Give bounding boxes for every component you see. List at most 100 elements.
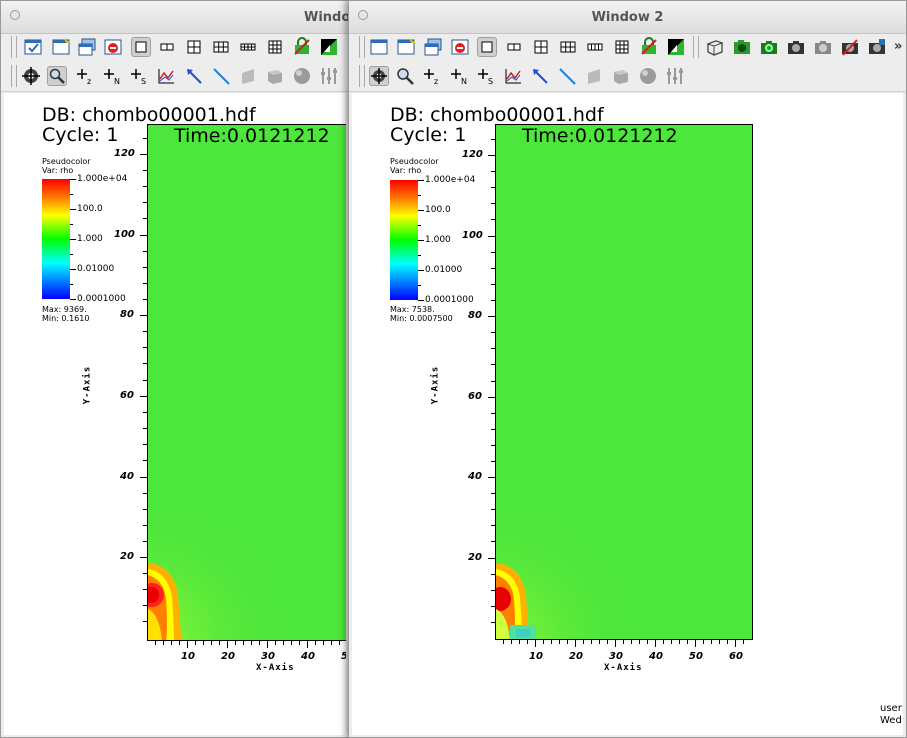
y-tick-label: 60 (468, 391, 482, 402)
new-window-icon[interactable] (369, 37, 389, 57)
add-spreadsheet-pick-icon[interactable]: S (129, 66, 149, 86)
add-node-pick-icon[interactable]: N (449, 66, 469, 86)
y-tick-label: 20 (120, 551, 134, 562)
layout-2x2-icon[interactable] (184, 37, 204, 57)
toolbar-overflow-button[interactable]: » (894, 39, 902, 54)
curve-lineout-icon[interactable] (156, 66, 176, 86)
y-tick-label: 80 (468, 310, 482, 321)
navigate-icon[interactable] (369, 66, 389, 86)
toolbar-grip[interactable] (359, 36, 365, 58)
toolbar-grip[interactable] (11, 36, 17, 58)
lineout-icon[interactable] (557, 66, 577, 86)
window-1: Window z N S DB: chombo00001.hdf Cycle: … (0, 0, 350, 738)
legend-variable: Var: rho (42, 166, 74, 175)
add-node-pick-icon[interactable]: N (102, 66, 122, 86)
curve-lineout-icon[interactable] (503, 66, 523, 86)
window-close-button[interactable] (10, 10, 20, 20)
y-axis-title: Y-Axis (82, 365, 93, 405)
pick-icon[interactable] (530, 66, 550, 86)
title-bar[interactable]: Window 2 (349, 1, 906, 34)
invert-background-icon[interactable] (319, 37, 339, 57)
date-label: Wed (880, 715, 902, 726)
slider-tool-icon[interactable] (319, 66, 339, 86)
y-tick-label: 100 (462, 230, 483, 241)
layout-2x4-icon[interactable] (585, 37, 605, 57)
delete-window-icon[interactable] (103, 37, 123, 57)
add-spreadsheet-pick-icon[interactable]: S (476, 66, 496, 86)
legend-tick-label: 0.01000 (77, 264, 115, 274)
slider-tool-icon[interactable] (665, 66, 685, 86)
legend-tick-label: 1.000e+04 (425, 175, 476, 185)
lineout-icon[interactable] (211, 66, 231, 86)
time-label: Time:0.0121212 (174, 125, 330, 147)
pseudocolor-plot: Time:0.0121212 (495, 124, 753, 640)
camera-alt-icon[interactable] (786, 37, 806, 57)
camera-off-icon[interactable] (840, 37, 860, 57)
add-zone-pick-icon[interactable]: z (422, 66, 442, 86)
lock-view-icon[interactable] (639, 37, 659, 57)
delete-window-icon[interactable] (450, 37, 470, 57)
legend-max: Max: 7538. (390, 305, 435, 314)
title-bar[interactable]: Window (1, 1, 349, 34)
layout-1x2-icon[interactable] (157, 37, 177, 57)
layout-2x3-icon[interactable] (558, 37, 578, 57)
lock-view-icon[interactable] (292, 37, 312, 57)
legend-tick-label: 0.01000 (425, 265, 463, 275)
add-zone-pick-icon[interactable]: z (75, 66, 95, 86)
zoom-icon[interactable] (47, 66, 67, 86)
pick-icon[interactable] (184, 66, 204, 86)
toolbar-grip[interactable] (693, 36, 699, 58)
window-title: Window (304, 10, 350, 25)
clear-window-icon[interactable] (396, 37, 416, 57)
y-axis-ticks (488, 139, 495, 623)
toolbar-grip[interactable] (359, 65, 365, 87)
legend-tick-label: 0.0001000 (425, 295, 474, 305)
x-axis-title: X-Axis (256, 663, 295, 673)
layout-1x1-icon[interactable] (477, 37, 497, 57)
db-label: DB: chombo00001.hdf (42, 104, 256, 126)
spin-mode-icon[interactable] (705, 37, 725, 57)
user-label: user: (880, 703, 903, 714)
toolbar-tools: z N S (1, 63, 349, 92)
x-axis-ticks (503, 640, 744, 647)
y-tick-label: 60 (120, 390, 134, 401)
legend-color-bar (390, 180, 418, 300)
navigate-icon[interactable] (21, 66, 41, 86)
legend-plot-type: Pseudocolor (42, 157, 91, 166)
new-window-icon[interactable] (23, 37, 43, 57)
render-area[interactable]: DB: chombo00001.hdf Cycle: 1 Pseudocolor… (4, 93, 346, 735)
layout-2x3-icon[interactable] (211, 37, 231, 57)
box-tool-icon[interactable] (611, 66, 631, 86)
layout-2x2-icon[interactable] (531, 37, 551, 57)
x-tick-label: 30 (261, 651, 275, 662)
save-image-icon[interactable] (732, 37, 752, 57)
svg-text:N: N (114, 77, 120, 86)
zoom-icon[interactable] (395, 66, 415, 86)
invert-background-icon[interactable] (666, 37, 686, 57)
toolbar-main (1, 34, 349, 62)
box-tool-icon[interactable] (265, 66, 285, 86)
camera-lock-icon[interactable] (867, 37, 887, 57)
db-label: DB: chombo00001.hdf (390, 104, 604, 126)
legend-tick-label: 1.000 (425, 235, 451, 245)
render-area[interactable]: DB: chombo00001.hdf Cycle: 1 Pseudocolor… (352, 93, 903, 735)
legend-tick-label: 1.000e+04 (77, 174, 128, 184)
clear-window-icon[interactable] (51, 37, 71, 57)
pseudocolor-plot: Time:0.0121212 (147, 124, 346, 641)
layout-3x3-icon[interactable] (612, 37, 632, 57)
sphere-tool-icon[interactable] (292, 66, 312, 86)
plane-tool-icon[interactable] (584, 66, 604, 86)
layout-3x3-icon[interactable] (265, 37, 285, 57)
copy-window-icon[interactable] (423, 37, 443, 57)
layout-1x1-icon[interactable] (131, 37, 151, 57)
x-tick-label: 20 (221, 651, 235, 662)
legend-plot-type: Pseudocolor (390, 157, 439, 166)
toolbar-grip[interactable] (11, 65, 17, 87)
plane-tool-icon[interactable] (238, 66, 258, 86)
layout-1x2-icon[interactable] (504, 37, 524, 57)
copy-window-icon[interactable] (77, 37, 97, 57)
camera-disabled-icon[interactable] (813, 37, 833, 57)
layout-2x4-icon[interactable] (238, 37, 258, 57)
sphere-tool-icon[interactable] (638, 66, 658, 86)
camera-icon[interactable] (759, 37, 779, 57)
